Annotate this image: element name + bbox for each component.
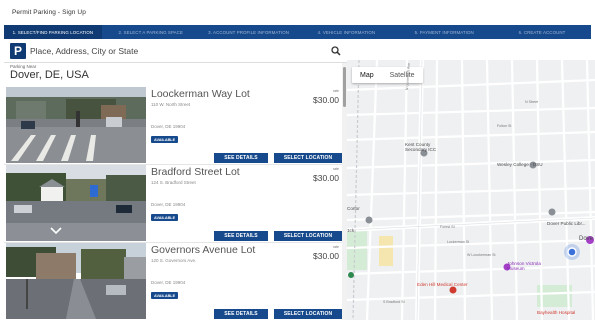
map-label-johnson: Johnson Victrola Museum <box>507 261 541 271</box>
step-account-profile[interactable]: 3. Account Profile Information <box>200 25 298 39</box>
map-label-bayhealth: Bayhealth Hospital <box>537 310 576 315</box>
lot-city: Dover, DE 19904 <box>151 202 186 207</box>
map-tab-map[interactable]: Map <box>352 67 382 83</box>
status-badge: AVAILABLE <box>151 136 179 143</box>
select-location-button[interactable]: SELECT LOCATION <box>274 231 342 241</box>
lot-address: 124 S. Bradford Street <box>151 180 196 185</box>
map-label-eden-hill: Eden Hill Medical Center <box>417 282 468 287</box>
step-select-space[interactable]: 2. Select a Parking Space <box>102 25 200 39</box>
map-label-lockerman: Lockerman St <box>447 240 470 244</box>
map-label-forest-st: Forest St <box>440 225 455 229</box>
step-payment-info[interactable]: 5. Payment Information <box>395 25 493 39</box>
lot-card: Bradford Street Lot 124 S. Bradford Stre… <box>4 165 347 243</box>
see-details-button[interactable]: SEE DETAILS <box>214 153 268 163</box>
lot-price: $30.00 <box>313 251 339 261</box>
lot-name[interactable]: Bradford Street Lot <box>151 166 240 178</box>
map-canvas[interactable] <box>347 60 595 320</box>
map-label-kent-county: Kent County Secondary ICC <box>405 142 437 152</box>
lot-address: 110 W. North Street <box>151 102 191 107</box>
map-label-s-bradford: S Bradford St <box>383 300 405 304</box>
lot-name[interactable]: Governors Avenue Lot <box>151 244 255 256</box>
lot-name[interactable]: Loockerman Way Lot <box>151 88 250 100</box>
map-label-n-street: N Street <box>525 100 539 104</box>
map-tab-satellite[interactable]: Satellite <box>382 67 423 83</box>
step-select-location[interactable]: 1. Select/Find Parking Location <box>4 25 102 39</box>
lot-card: Loockerman Way Lot 110 W. North Street r… <box>4 87 347 165</box>
lot-price: $30.00 <box>313 173 339 183</box>
lot-card: Governors Avenue Lot 120 S. Governors Av… <box>4 243 347 320</box>
status-badge: AVAILABLE <box>151 214 179 221</box>
parking-logo-icon: P <box>10 42 26 59</box>
lot-list-panel: P Parking Near Dover, DE, USA <box>4 39 347 320</box>
select-location-button[interactable]: SELECT LOCATION <box>274 153 342 163</box>
rate-label: rate <box>332 89 339 93</box>
status-badge: AVAILABLE <box>151 292 179 299</box>
lot-city: Dover, DE 19904 <box>151 124 186 129</box>
step-navigation: 1. Select/Find Parking Location 2. Selec… <box>4 25 591 39</box>
map-view[interactable]: Map Satellite Kent County Secondary ICC … <box>347 60 595 320</box>
step-vehicle-info[interactable]: 4. Vehicle Information <box>297 25 395 39</box>
see-details-button[interactable]: SEE DETAILS <box>214 309 268 319</box>
rate-label: rate <box>332 245 339 249</box>
page-title: Permit Parking - Sign Up <box>12 9 86 16</box>
rate-label: rate <box>332 167 339 171</box>
map-label-dover: Dove <box>579 236 594 242</box>
map-label-fulton: Fulton St <box>497 124 512 128</box>
lot-photo <box>6 165 146 241</box>
lot-price: $30.00 <box>313 95 339 105</box>
map-label-wesley: Wesley College - DSU <box>497 162 543 167</box>
map-label-dover-public: Dover Public Libr... <box>547 221 586 226</box>
location-value: Dover, DE, USA <box>10 69 89 81</box>
search-bar: P <box>4 39 347 63</box>
search-input[interactable] <box>26 41 327 60</box>
search-icon[interactable] <box>327 42 345 60</box>
map-label-cortor: Cortor <box>347 206 360 211</box>
map-type-toggle: Map Satellite <box>352 67 423 83</box>
map-label-w-loockerman: W Loockerman St <box>467 253 496 257</box>
step-create-account[interactable]: 6. Create Account <box>493 25 591 39</box>
lot-city: Dover, DE 19904 <box>151 280 186 285</box>
location-block: Parking Near Dover, DE, USA <box>10 64 89 81</box>
select-location-button[interactable]: SELECT LOCATION <box>274 309 342 319</box>
lot-address: 120 S. Governors Ave. <box>151 258 197 263</box>
map-label-ick: 1ck <box>347 228 355 233</box>
lot-photo <box>6 87 146 163</box>
see-details-button[interactable]: SEE DETAILS <box>214 231 268 241</box>
lot-photo <box>6 243 146 319</box>
scroll-thumb[interactable] <box>343 67 346 107</box>
